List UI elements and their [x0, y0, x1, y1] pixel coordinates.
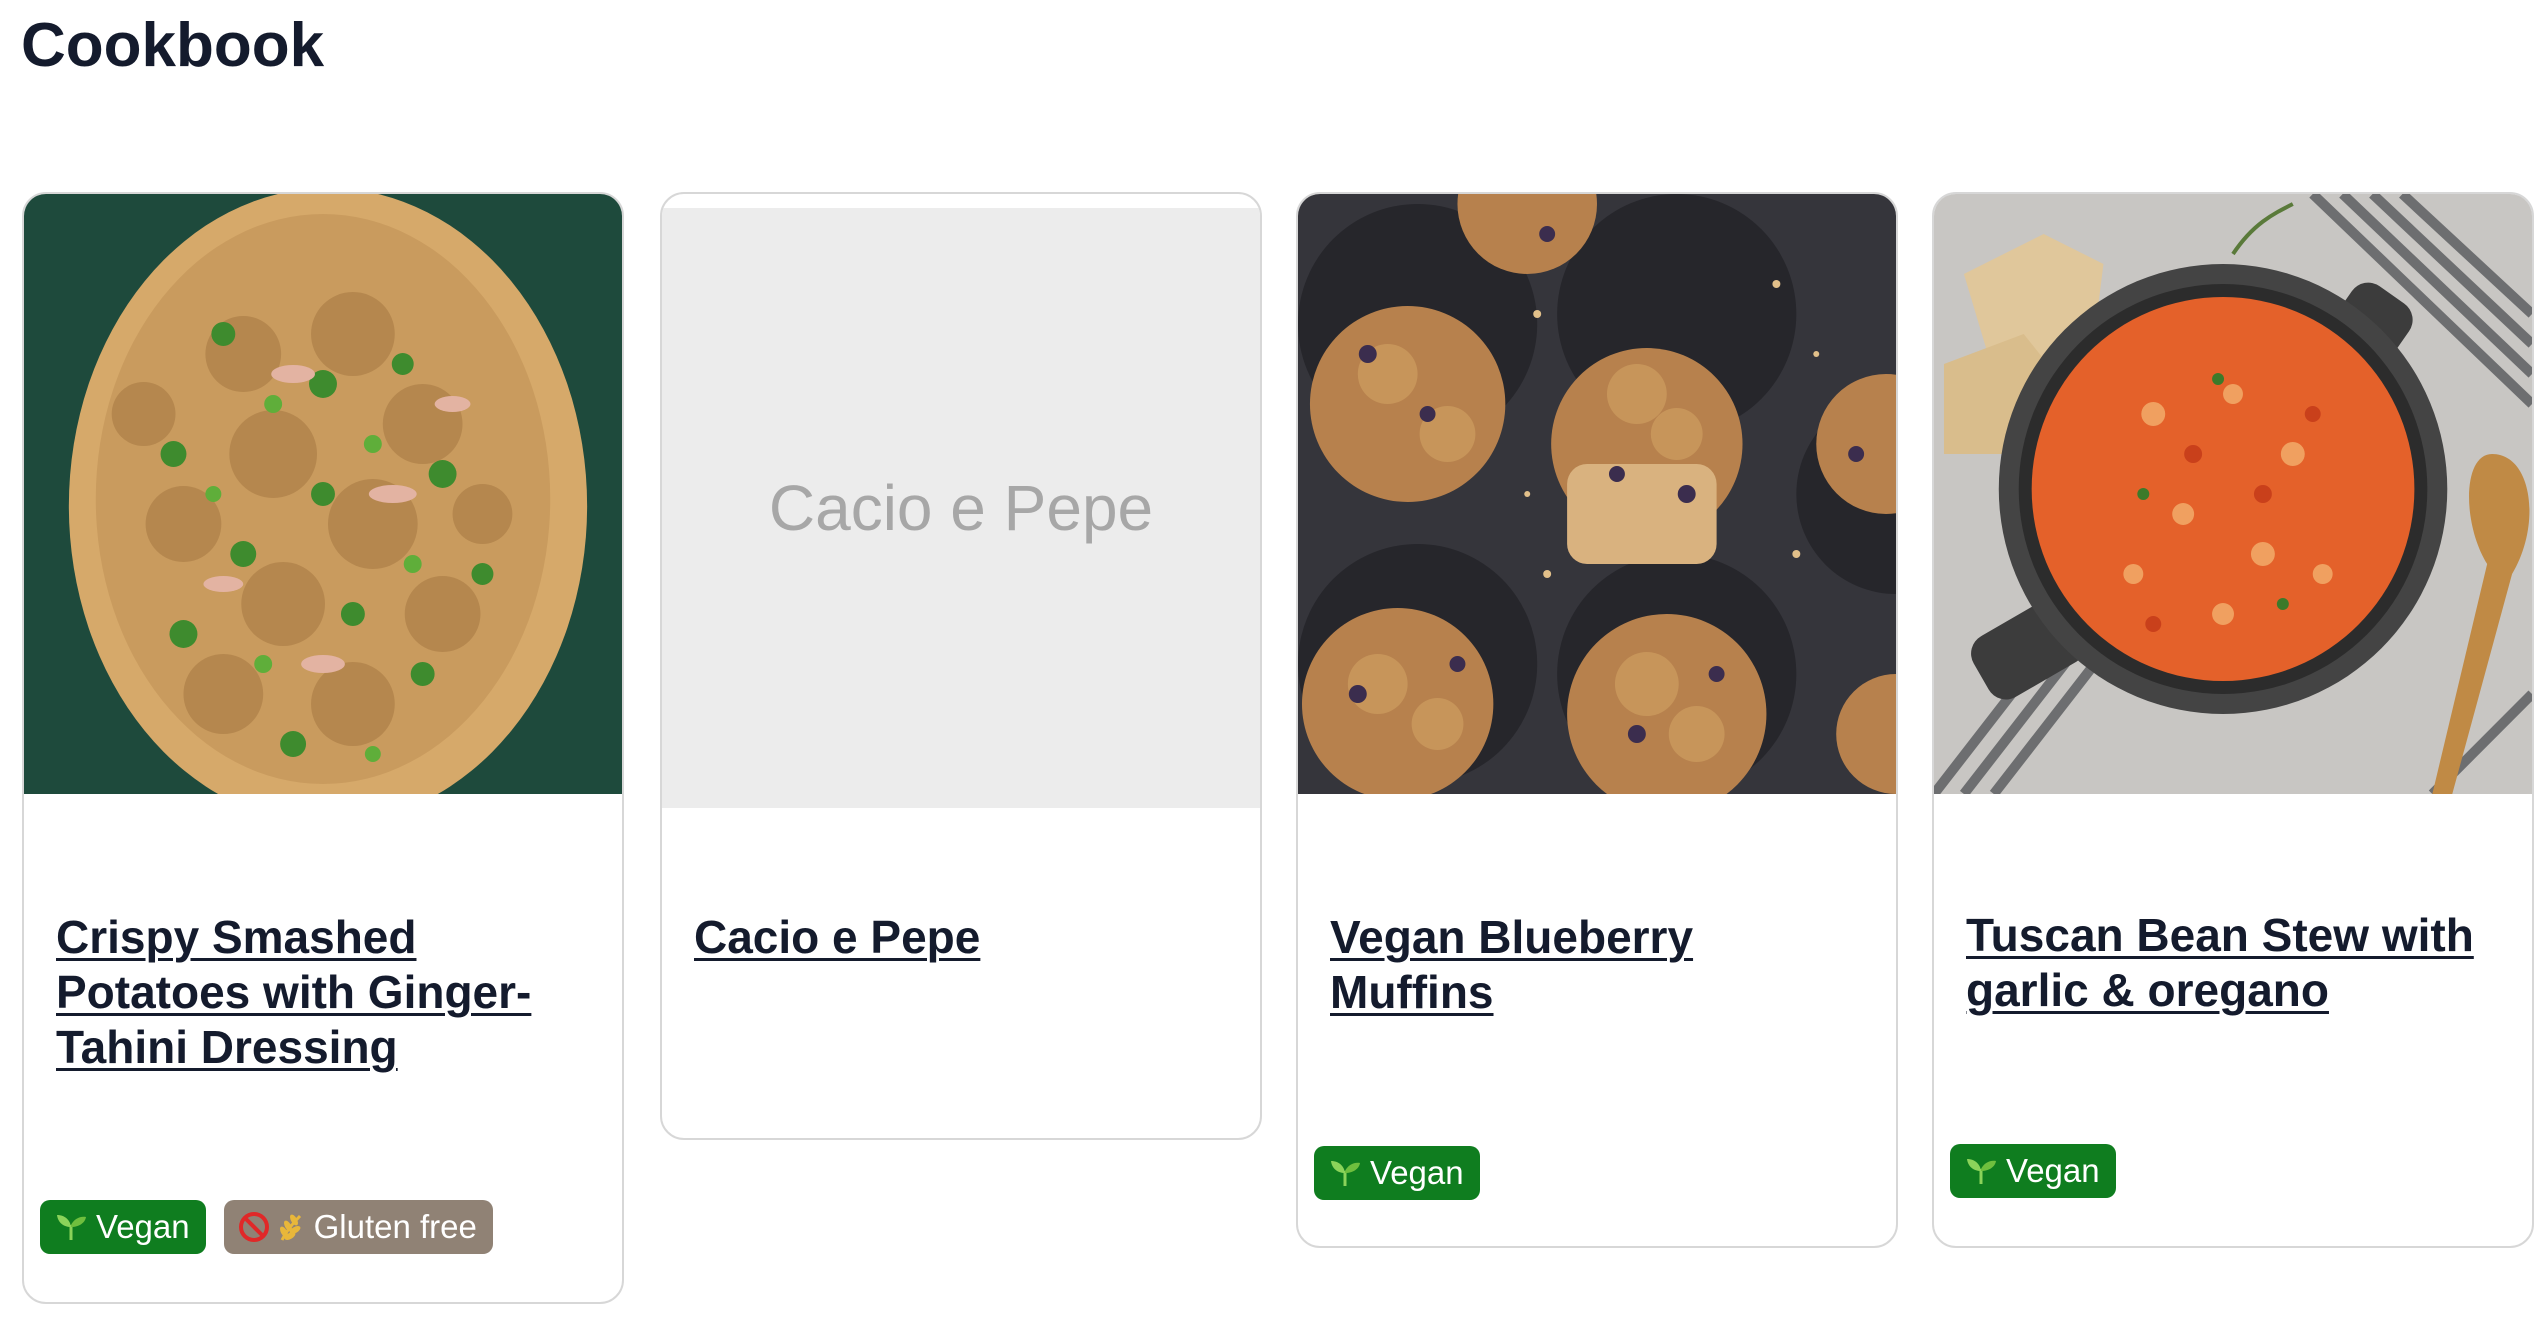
recipe-card[interactable]: Crispy Smashed Potatoes with Ginger-Tahi…	[22, 192, 624, 1304]
recipe-title-link[interactable]: Cacio e Pepe	[694, 911, 980, 963]
image-placeholder[interactable]: Cacio e Pepe	[662, 208, 1260, 808]
recipe-card[interactable]: Vegan Blueberry Muffins Vegan	[1296, 192, 1898, 1248]
recipe-title: Tuscan Bean Stew with garlic & oregano	[1966, 908, 2504, 1018]
recipe-card[interactable]: Cacio e Pepe Cacio e Pepe	[660, 192, 1262, 1140]
tag-label: Vegan	[1370, 1154, 1464, 1191]
recipe-title: Crispy Smashed Potatoes with Ginger-Tahi…	[56, 910, 594, 1075]
gluten-free-tag: Gluten free	[223, 1200, 493, 1254]
recipe-image[interactable]	[24, 194, 622, 794]
recipe-image[interactable]	[1934, 194, 2532, 794]
vegan-tag: Vegan	[1950, 1144, 2116, 1198]
tag-label: Vegan	[96, 1208, 190, 1245]
tag-list: Vegan	[1950, 1144, 2116, 1198]
tag-label: Vegan	[2006, 1152, 2100, 1189]
seedling-icon	[1328, 1158, 1362, 1188]
recipe-card[interactable]: Tuscan Bean Stew with garlic & oregano V…	[1932, 192, 2534, 1248]
vegan-tag: Vegan	[40, 1200, 206, 1254]
recipe-image[interactable]	[1298, 194, 1896, 794]
recipe-title-link[interactable]: Vegan Blueberry Muffins	[1330, 911, 1693, 1018]
tag-list: Vegan	[1314, 1146, 1480, 1200]
seedling-icon	[54, 1212, 88, 1242]
page-title: Cookbook	[21, 11, 325, 80]
recipe-title-link[interactable]: Crispy Smashed Potatoes with Ginger-Tahi…	[56, 911, 531, 1073]
no-wheat-icon	[238, 1210, 306, 1244]
seedling-icon	[1964, 1156, 1998, 1186]
recipe-title: Cacio e Pepe	[694, 910, 1232, 965]
recipe-title-link[interactable]: Tuscan Bean Stew with garlic & oregano	[1966, 909, 2474, 1016]
tag-label: Gluten free	[313, 1208, 477, 1245]
vegan-tag: Vegan	[1314, 1146, 1480, 1200]
recipe-title: Vegan Blueberry Muffins	[1330, 910, 1868, 1020]
tag-list: Vegan Gluten free	[40, 1200, 493, 1254]
